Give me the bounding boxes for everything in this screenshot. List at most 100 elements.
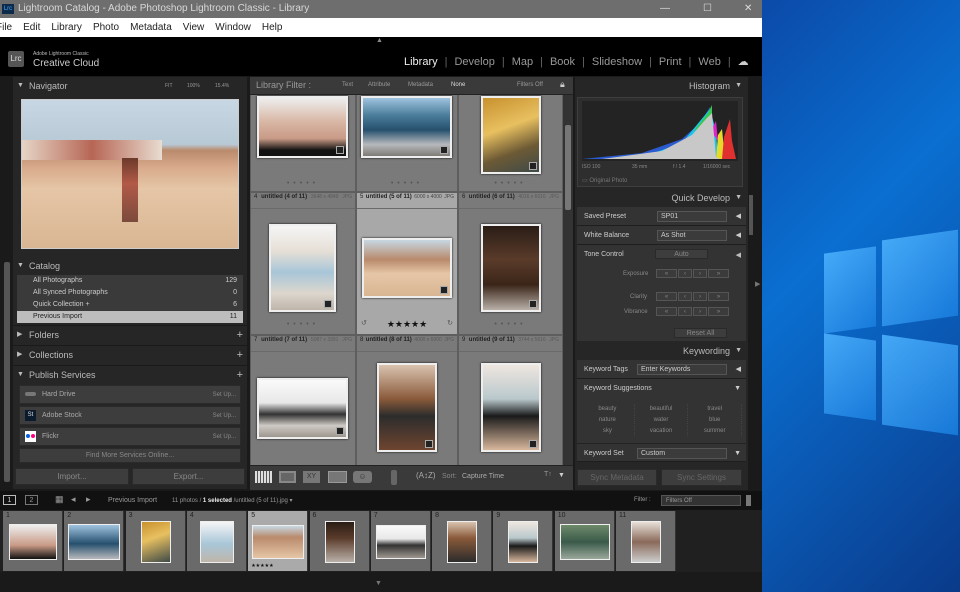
vibrance-decrease-large[interactable]: « — [656, 307, 677, 316]
filmstrip-cell[interactable]: 10 — [554, 511, 615, 571]
filter-tab-none[interactable]: None — [451, 82, 465, 88]
menu-view[interactable]: View — [183, 18, 205, 37]
module-slideshow[interactable]: Slideshow — [592, 56, 642, 68]
scroll-thumb[interactable] — [565, 125, 571, 210]
setup-link[interactable]: Set Up... — [213, 386, 236, 404]
keyword-suggestion[interactable]: sky — [581, 426, 635, 437]
keyword-set-dropdown[interactable]: Custom — [637, 448, 727, 459]
primary-display-button[interactable]: 1 — [3, 495, 16, 505]
grid-cell[interactable]: 8 untitled (8 of 11) 4000 x 6000 JPG — [356, 335, 458, 465]
expand-left-icon[interactable]: ◀ — [736, 226, 741, 245]
navigator-header[interactable]: ▼ Navigator FIT 100% 15.4% — [13, 77, 247, 95]
thumbnail-size-icon[interactable]: T↑ — [544, 471, 552, 478]
star-rating[interactable]: ★★★★★ — [357, 319, 457, 330]
filmstrip-thumbnail[interactable] — [508, 521, 539, 563]
grid-cell[interactable]: 9 untitled (9 of 11) 3744 x 5616 JPG — [458, 335, 563, 465]
publish-adobe-stock[interactable]: St Adobe Stock Set Up... — [19, 406, 241, 425]
vibrance-decrease[interactable]: ‹ — [678, 307, 692, 316]
keyword-suggestion[interactable]: beautiful — [634, 404, 689, 415]
keyword-suggestion[interactable]: water — [634, 415, 689, 426]
secondary-display-button[interactable]: 2 — [25, 495, 38, 505]
filmstrip-source[interactable]: Previous Import — [108, 497, 157, 504]
keyword-suggestion[interactable]: summer — [688, 426, 742, 437]
minimize-button[interactable]: — — [660, 0, 670, 18]
module-develop[interactable]: Develop — [454, 56, 494, 68]
filmstrip-thumbnail[interactable] — [252, 525, 305, 559]
filmstrip-thumbnail[interactable] — [375, 525, 426, 559]
filmstrip-cell[interactable]: 1 — [3, 511, 63, 571]
module-print[interactable]: Print — [659, 56, 682, 68]
back-arrow-icon[interactable]: ◂ — [71, 494, 76, 505]
grid-cell[interactable]: ••••• — [458, 95, 563, 192]
photo-thumbnail[interactable] — [362, 238, 452, 298]
filmstrip-thumbnail[interactable] — [140, 521, 171, 563]
people-view-icon[interactable]: ☺ — [353, 471, 372, 483]
grid-scrollbar[interactable] — [563, 95, 573, 465]
photo-thumbnail[interactable] — [257, 96, 348, 158]
filter-lock-icon[interactable] — [746, 495, 751, 506]
sync-settings-button[interactable]: Sync Settings — [661, 469, 742, 486]
filmstrip-cell[interactable]: 3 — [125, 511, 186, 571]
rating-dots[interactable]: ••••• — [459, 321, 562, 328]
collapse-top-arrow[interactable]: ▲ — [376, 37, 383, 44]
add-folder-icon[interactable]: + — [237, 326, 243, 344]
setup-link[interactable]: Set Up... — [213, 428, 236, 446]
menu-help[interactable]: Help — [262, 18, 283, 37]
publish-flickr[interactable]: Flickr Set Up... — [19, 427, 241, 446]
filmstrip-cell[interactable]: 11 — [616, 511, 676, 571]
photo-thumbnail[interactable] — [377, 363, 437, 452]
grid-view-icon[interactable] — [255, 471, 272, 483]
auto-tone-button[interactable]: Auto — [655, 249, 708, 259]
sync-metadata-button[interactable]: Sync Metadata — [577, 469, 657, 486]
grid-cell[interactable]: ••••• — [250, 95, 356, 192]
zoom-100[interactable]: 100% — [187, 77, 200, 95]
filmstrip-info[interactable]: 11 photos / 1 selected /untitled (5 of 1… — [172, 497, 293, 504]
exposure-increase[interactable]: › — [693, 269, 707, 278]
vibrance-increase-large[interactable]: » — [708, 307, 729, 316]
filmstrip-thumbnail[interactable] — [68, 524, 121, 560]
filmstrip-cell[interactable]: 5 ★★★★★ — [248, 511, 309, 571]
survey-view-icon[interactable] — [328, 471, 347, 483]
photo-thumbnail[interactable] — [481, 363, 541, 452]
export-button[interactable]: Export... — [132, 468, 245, 485]
filmstrip-thumbnail[interactable] — [9, 524, 57, 560]
keyword-suggestion[interactable]: travel — [688, 404, 742, 415]
compare-view-icon[interactable]: XY — [303, 471, 320, 483]
menu-photo[interactable]: Photo — [93, 18, 119, 37]
exposure-increase-large[interactable]: » — [708, 269, 729, 278]
left-panel-scrollbar[interactable] — [4, 262, 10, 482]
module-library[interactable]: Library — [404, 56, 438, 68]
menu-library[interactable]: Library — [51, 18, 82, 37]
filmstrip-thumbnail[interactable] — [631, 521, 661, 563]
publish-services-header[interactable]: ▼ Publish Services + — [13, 365, 247, 383]
filter-tab-metadata[interactable]: Metadata — [408, 82, 433, 88]
original-photo-toggle[interactable]: ▭ Original Photo — [582, 177, 627, 184]
photo-thumbnail[interactable] — [269, 224, 336, 312]
menu-metadata[interactable]: Metadata — [130, 18, 172, 37]
filmstrip-cell[interactable]: 4 — [186, 511, 247, 571]
quick-develop-header[interactable]: Quick Develop ▼ — [575, 189, 748, 207]
rating-dots[interactable]: ••••• — [251, 321, 355, 328]
import-button[interactable]: Import... — [15, 468, 129, 485]
filter-tab-text[interactable]: Text — [342, 82, 353, 88]
clarity-decrease[interactable]: ‹ — [678, 292, 692, 301]
folders-header[interactable]: ▶ Folders + — [13, 325, 247, 343]
rotate-right-icon[interactable]: ↻ — [447, 319, 453, 327]
filmstrip-cell[interactable]: 2 — [64, 511, 125, 571]
photo-thumbnail[interactable] — [361, 96, 452, 158]
reset-all-button[interactable]: Reset All — [674, 328, 727, 338]
menu-edit[interactable]: Edit — [23, 18, 40, 37]
expand-left-icon[interactable]: ◀ — [736, 360, 741, 379]
module-web[interactable]: Web — [698, 56, 720, 68]
rating-dots[interactable]: ••••• — [459, 180, 562, 187]
maximize-button[interactable]: ☐ — [703, 0, 712, 18]
white-balance-dropdown[interactable]: As Shot — [657, 230, 727, 241]
add-collection-icon[interactable]: + — [237, 346, 243, 364]
module-book[interactable]: Book — [550, 56, 575, 68]
loupe-view-icon[interactable] — [279, 471, 296, 483]
catalog-item-selected[interactable]: Previous Import 11 — [17, 311, 243, 323]
menu-window[interactable]: Window — [215, 18, 251, 37]
filmstrip-thumbnail[interactable] — [324, 521, 355, 563]
keyword-suggestion[interactable]: nature — [581, 415, 635, 426]
rating-dots[interactable]: ••••• — [251, 180, 355, 187]
